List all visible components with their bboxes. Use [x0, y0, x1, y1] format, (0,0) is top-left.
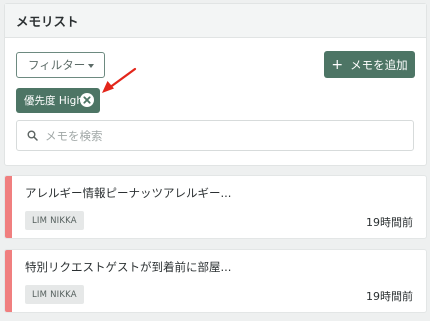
memo-timestamp: 19時間前 — [366, 216, 413, 229]
memo-title: アレルギー情報ピーナッツアレルギー... — [25, 186, 232, 200]
memo-card[interactable]: 特別リクエストゲストが到着前に部屋... LIM NIKKA 19時間前 — [4, 249, 427, 313]
caret-down-icon — [88, 64, 94, 68]
panel-header: メモリスト — [5, 4, 426, 38]
memo-title: 特別リクエストゲストが到着前に部屋... — [25, 260, 232, 274]
page-title: メモリスト — [16, 14, 79, 29]
filter-dropdown[interactable]: フィルター — [16, 52, 105, 78]
priority-indicator — [5, 176, 12, 238]
author-tag: LIM NIKKA — [25, 211, 84, 230]
priority-indicator — [5, 250, 12, 312]
filter-chip-label: 優先度 High — [24, 95, 83, 107]
add-memo-button[interactable]: + メモを追加 — [324, 51, 415, 78]
memo-timestamp: 19時間前 — [366, 290, 413, 303]
author-tag: LIM NIKKA — [25, 285, 84, 304]
close-circle-icon[interactable] — [80, 93, 94, 107]
memo-list-panel: メモリスト フィルター + メモを追加 優先度 High — [4, 3, 427, 166]
red-arrow-annotation — [102, 67, 137, 93]
search-input[interactable] — [45, 128, 385, 143]
search-icon — [27, 126, 38, 145]
active-filter-chip: 優先度 High — [16, 88, 100, 113]
plus-icon: + — [331, 56, 344, 73]
filter-label: フィルター — [28, 58, 86, 72]
memo-card[interactable]: アレルギー情報ピーナッツアレルギー... LIM NIKKA 19時間前 — [4, 175, 427, 239]
search-box[interactable] — [16, 120, 414, 151]
add-memo-label: メモを追加 — [350, 57, 408, 72]
